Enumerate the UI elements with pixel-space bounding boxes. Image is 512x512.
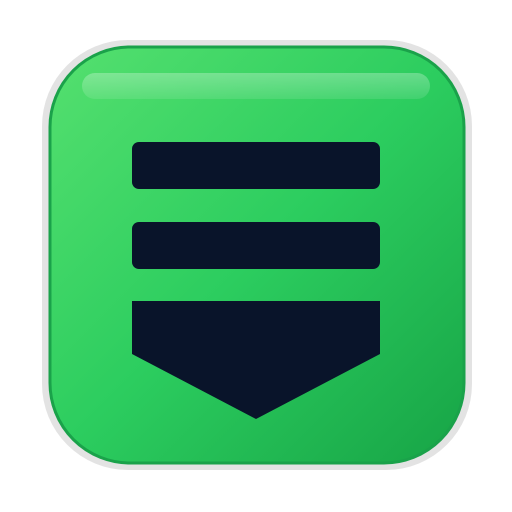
app-icon-canvas (0, 0, 512, 512)
download-list-app-icon[interactable] (0, 0, 512, 512)
glyph-bar-top (132, 142, 380, 189)
icon-gloss-highlight (82, 73, 430, 99)
glyph-bar-middle (132, 222, 380, 269)
